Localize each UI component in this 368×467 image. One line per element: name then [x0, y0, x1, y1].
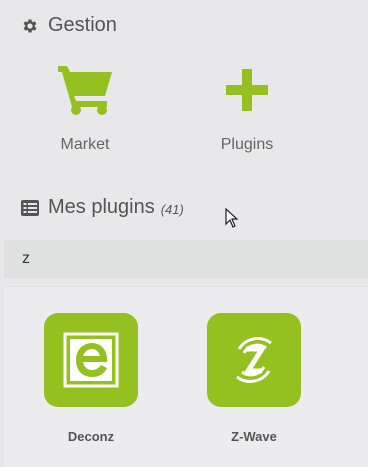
gear-icon	[20, 16, 40, 36]
gestion-header: Gestion	[20, 14, 117, 37]
plus-icon	[197, 60, 297, 120]
plugin-card-deconz[interactable]: Deconz	[44, 313, 138, 444]
plugin-search[interactable]	[4, 240, 368, 278]
plugin-name: Deconz	[67, 429, 115, 444]
search-input[interactable]	[20, 249, 344, 269]
market-button[interactable]: Market	[35, 60, 135, 154]
plugin-count: (41)	[160, 202, 184, 217]
plugin-grid: Deconz Z-Wave	[4, 286, 368, 467]
deconz-logo-icon	[44, 313, 138, 407]
plugins-button[interactable]: Plugins	[197, 60, 297, 154]
plugin-name: Z-Wave	[231, 429, 277, 444]
zwave-logo-icon	[207, 313, 301, 407]
gestion-title: Gestion	[48, 14, 117, 36]
shopping-cart-icon	[35, 60, 135, 120]
list-icon	[20, 198, 40, 218]
plugins-label: Plugins	[220, 136, 274, 153]
mouse-cursor-icon	[225, 207, 239, 233]
plugin-card-zwave[interactable]: Z-Wave	[207, 313, 301, 444]
market-label: Market	[60, 136, 110, 153]
mes-plugins-header: Mes plugins (41)	[20, 196, 184, 219]
mes-plugins-title: Mes plugins	[48, 196, 155, 218]
